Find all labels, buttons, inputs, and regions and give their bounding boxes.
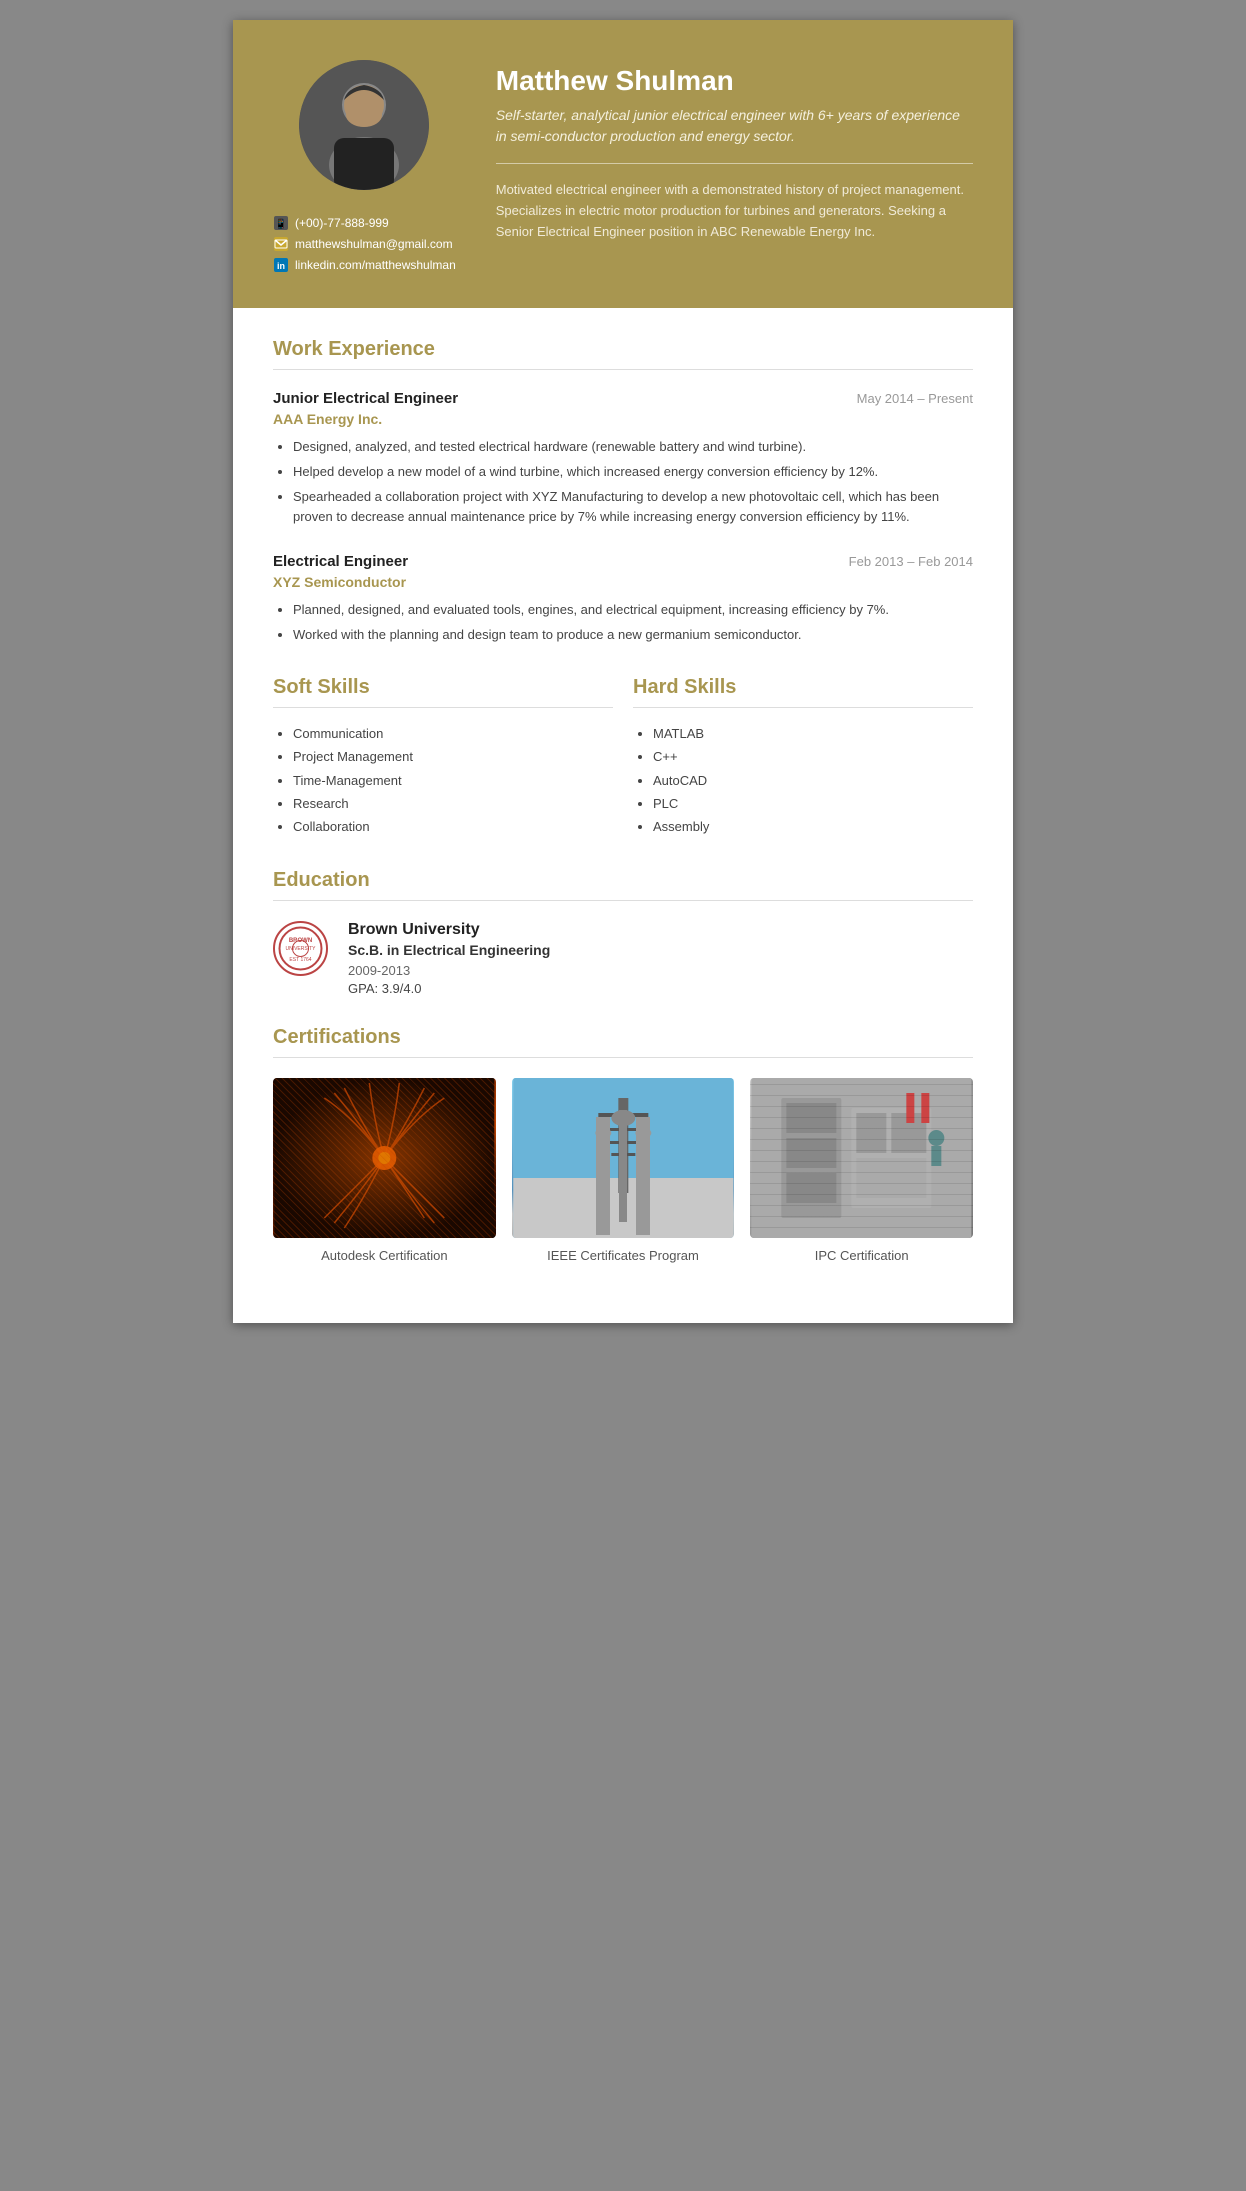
job-dates-1: May 2014 – Present <box>857 391 973 406</box>
job-title-1: Junior Electrical Engineer <box>273 390 458 407</box>
skills-section: Soft Skills Communication Project Manage… <box>273 676 973 839</box>
svg-text:UNIVERSITY: UNIVERSITY <box>285 946 316 952</box>
resume-main: Work Experience Junior Electrical Engine… <box>233 308 1013 1323</box>
cert-image-2 <box>512 1078 735 1238</box>
hard-skills-column: Hard Skills MATLAB C++ AutoCAD PLC Assem… <box>633 676 973 839</box>
soft-skills-column: Soft Skills Communication Project Manage… <box>273 676 613 839</box>
hard-skill-2: C++ <box>653 745 973 768</box>
job-dates-2: Feb 2013 – Feb 2014 <box>849 554 973 569</box>
job-bullets-2: Planned, designed, and evaluated tools, … <box>273 600 973 646</box>
work-experience-section: Work Experience Junior Electrical Engine… <box>273 338 973 646</box>
cert-image-1 <box>273 1078 496 1238</box>
contact-info: 📱 (+00)-77-888-999 matthewshulman@gmail.… <box>273 215 456 278</box>
job-bullets-1: Designed, analyzed, and tested electrica… <box>273 437 973 528</box>
phone-text: (+00)-77-888-999 <box>295 216 389 230</box>
education-divider <box>273 900 973 901</box>
cert-item-3: IPC Certification <box>750 1078 973 1263</box>
certifications-grid: Autodesk Certification <box>273 1078 973 1263</box>
education-title: Education <box>273 869 973 892</box>
soft-skills-list: Communication Project Management Time-Ma… <box>273 722 613 839</box>
cert-label-3: IPC Certification <box>815 1248 909 1263</box>
email-contact: matthewshulman@gmail.com <box>273 236 456 252</box>
hard-skills-title: Hard Skills <box>633 676 973 699</box>
education-section: Education BROWN UNIVERSITY EST 1764 Brow… <box>273 869 973 996</box>
hard-skill-4: PLC <box>653 792 973 815</box>
header-right-column: Matthew Shulman Self-starter, analytical… <box>496 60 973 242</box>
hard-skill-5: Assembly <box>653 815 973 838</box>
soft-skills-divider <box>273 707 613 708</box>
candidate-bio: Motivated electrical engineer with a dem… <box>496 180 973 242</box>
email-icon <box>273 236 289 252</box>
work-experience-divider <box>273 369 973 370</box>
email-text: matthewshulman@gmail.com <box>295 237 453 251</box>
candidate-tagline: Self-starter, analytical junior electric… <box>496 105 973 147</box>
linkedin-icon: in <box>273 257 289 273</box>
svg-text:EST 1764: EST 1764 <box>289 957 311 963</box>
job-bullet-2-2: Worked with the planning and design team… <box>293 625 973 646</box>
certifications-title: Certifications <box>273 1026 973 1049</box>
education-details: Brown University Sc.B. in Electrical Eng… <box>348 921 550 996</box>
job-bullet-1-3: Spearheaded a collaboration project with… <box>293 487 973 529</box>
university-name: Brown University <box>348 921 550 939</box>
work-experience-title: Work Experience <box>273 338 973 361</box>
linkedin-text: linkedin.com/matthewshulman <box>295 258 456 272</box>
resume-container: 📱 (+00)-77-888-999 matthewshulman@gmail.… <box>233 20 1013 1323</box>
soft-skill-5: Collaboration <box>293 815 613 838</box>
hard-skills-list: MATLAB C++ AutoCAD PLC Assembly <box>633 722 973 839</box>
phone-icon: 📱 <box>273 215 289 231</box>
soft-skill-4: Research <box>293 792 613 815</box>
soft-skill-1: Communication <box>293 722 613 745</box>
job-entry-2: Electrical Engineer Feb 2013 – Feb 2014 … <box>273 553 973 646</box>
job-company-2: XYZ Semiconductor <box>273 574 973 590</box>
job-header-2: Electrical Engineer Feb 2013 – Feb 2014 <box>273 553 973 570</box>
resume-header: 📱 (+00)-77-888-999 matthewshulman@gmail.… <box>233 20 1013 308</box>
job-header-1: Junior Electrical Engineer May 2014 – Pr… <box>273 390 973 407</box>
svg-text:📱: 📱 <box>275 217 287 230</box>
header-left-column: 📱 (+00)-77-888-999 matthewshulman@gmail.… <box>273 60 456 278</box>
university-logo: BROWN UNIVERSITY EST 1764 <box>273 921 328 976</box>
education-gpa: GPA: 3.9/4.0 <box>348 981 550 996</box>
cert-label-2: IEEE Certificates Program <box>547 1248 699 1263</box>
job-bullet-2-1: Planned, designed, and evaluated tools, … <box>293 600 973 621</box>
avatar <box>299 60 429 190</box>
hard-skill-3: AutoCAD <box>653 769 973 792</box>
header-divider <box>496 163 973 164</box>
soft-skill-3: Time-Management <box>293 769 613 792</box>
certifications-section: Certifications <box>273 1026 973 1263</box>
cert-image-3 <box>750 1078 973 1238</box>
cert-label-1: Autodesk Certification <box>321 1248 447 1263</box>
soft-skills-title: Soft Skills <box>273 676 613 699</box>
hard-skill-1: MATLAB <box>653 722 973 745</box>
hard-skills-divider <box>633 707 973 708</box>
job-company-1: AAA Energy Inc. <box>273 411 973 427</box>
phone-contact: 📱 (+00)-77-888-999 <box>273 215 456 231</box>
candidate-name: Matthew Shulman <box>496 65 973 97</box>
job-entry-1: Junior Electrical Engineer May 2014 – Pr… <box>273 390 973 528</box>
cert-item-2: IEEE Certificates Program <box>512 1078 735 1263</box>
education-degree: Sc.B. in Electrical Engineering <box>348 942 550 958</box>
cert-item-1: Autodesk Certification <box>273 1078 496 1263</box>
education-entry: BROWN UNIVERSITY EST 1764 Brown Universi… <box>273 921 973 996</box>
job-bullet-1-2: Helped develop a new model of a wind tur… <box>293 462 973 483</box>
job-bullet-1-1: Designed, analyzed, and tested electrica… <box>293 437 973 458</box>
job-title-2: Electrical Engineer <box>273 553 408 570</box>
soft-skill-2: Project Management <box>293 745 613 768</box>
linkedin-contact: in linkedin.com/matthewshulman <box>273 257 456 273</box>
certifications-divider <box>273 1057 973 1058</box>
svg-text:in: in <box>277 261 285 271</box>
education-years: 2009-2013 <box>348 963 550 978</box>
